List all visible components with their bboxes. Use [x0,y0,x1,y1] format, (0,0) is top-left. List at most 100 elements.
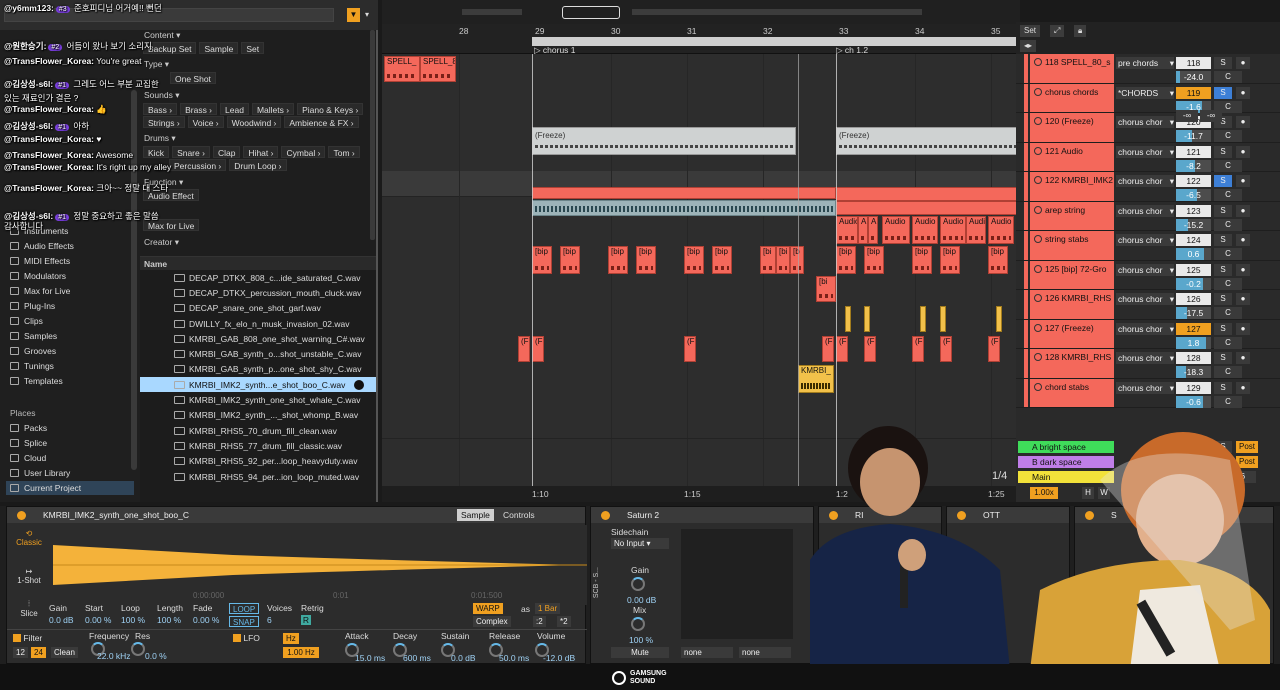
arm-icon[interactable]: ● [1236,381,1250,394]
audio-clip[interactable]: Audio [836,216,858,244]
track-name[interactable]: 120 (Freeze) [1030,113,1114,142]
track-volume[interactable]: -15.2 [1176,218,1211,231]
none-select[interactable]: none [681,647,733,658]
track-volume[interactable]: -11.7 [1176,130,1211,142]
mixer-track[interactable]: 122 KMRBI_IMK2 chorus chor ▾ 122 -6.5 S ● C [1016,172,1280,202]
frequency-value[interactable]: 22.0 kHz [97,651,131,661]
filter-slope-12[interactable]: 12 [13,647,28,658]
arm-icon[interactable]: ● [1236,86,1250,99]
saturn-title[interactable]: Saturn 2 [591,507,813,523]
lfo-rate[interactable]: 1.00 Hz [283,647,319,658]
tempo-multiplier[interactable]: 1.00x [1030,487,1058,499]
midi-clip[interactable]: [bip [836,246,856,274]
crossfade-button[interactable]: C [1214,395,1242,408]
res-value[interactable]: 0.0 % [145,651,167,661]
midi-clip[interactable]: [b [790,246,804,274]
arm-icon[interactable]: ● [1236,322,1250,335]
browser-menu-icon[interactable]: ▾ [365,10,369,19]
solo-button[interactable]: S [1214,57,1232,69]
lfo-toggle[interactable]: LFO [233,633,260,643]
filter-tag[interactable]: Backup Set [143,42,197,54]
sidebar-item-audio-effects[interactable]: Audio Effects [10,239,74,253]
track-name[interactable]: 127 (Freeze) [1030,319,1114,348]
sidebar-item-user-library[interactable]: User Library [10,466,70,480]
drums-filter-heading[interactable]: Drums ▾ [144,133,176,144]
audio-clip[interactable]: SPELL_ [384,56,420,82]
fold-icon[interactable] [1034,323,1042,332]
track-volume[interactable]: -0.2 [1176,277,1211,290]
midi-clip[interactable]: [bip [532,246,552,274]
track-name[interactable]: string stabs [1030,231,1114,260]
midi-clip[interactable]: [bip [940,246,960,274]
crossfade-button[interactable]: C [1214,71,1242,83]
content-filter-heading[interactable]: Content ▾ [144,30,180,41]
arm-icon[interactable]: ● [1236,204,1250,217]
track-volume[interactable]: -18.3 [1176,366,1211,378]
mixer-track[interactable]: 118 SPELL_80_s pre chords ▾ 118 -24.0 S ● C [1016,54,1280,84]
solo-button[interactable]: S [1214,322,1232,335]
fold-icon[interactable] [1034,87,1042,96]
audio-clip[interactable]: KMRBI_ [798,365,834,393]
filter-tag[interactable]: Strings › [143,116,185,128]
filter-tag[interactable]: Kick [143,146,170,158]
filter-slope-24[interactable]: 24 [31,647,46,658]
audio-clip[interactable]: Audio [912,216,938,244]
arm-icon[interactable]: ● [1236,234,1250,246]
device-on-toggle[interactable] [17,511,26,520]
sidebar-item-current-project[interactable]: Current Project [6,481,134,495]
fold-icon[interactable] [1034,264,1042,273]
fade-param[interactable]: Fade 0.00 % [193,603,219,625]
input-routing-select[interactable]: chorus chor ▾ [1116,293,1174,305]
fold-icon[interactable] [1034,146,1042,155]
midi-clip[interactable]: [bip [560,246,580,274]
creator-filter-heading[interactable]: Creator ▾ [144,237,179,248]
track-activator[interactable]: 124 [1176,234,1211,246]
audio-clip[interactable] [920,306,926,332]
solo-button[interactable]: S [1214,204,1232,217]
filter-tag[interactable]: Mallets › [251,103,295,115]
midi-clip[interactable]: [bip [912,246,932,274]
start-param[interactable]: Start 0.00 % [85,603,111,625]
filter-tag[interactable]: Cymbal › [281,146,326,158]
mixer-track[interactable]: 126 KMRBI_RHS chorus chor ▾ 126 -17.5 S ● C [1016,290,1280,320]
audio-clip[interactable] [940,306,946,332]
input-routing-select[interactable]: chorus chor ▾ [1116,145,1174,158]
lfo-hz-toggle[interactable]: Hz [283,633,299,644]
track-name[interactable]: 128 KMRBI_RHS [1030,349,1114,378]
midi-clip[interactable]: [bip [636,246,656,274]
fold-icon[interactable] [1034,176,1042,184]
audio-clip[interactable]: Audio [940,216,966,244]
sidebar-item-plugins[interactable]: Plug-Ins [10,299,55,313]
post-button[interactable]: Post [1236,456,1258,468]
filter-tag[interactable]: Audio Effect [143,189,199,201]
file-row[interactable]: KMRBI_GAB_808_one_shot_warning_C#.wav [140,331,376,346]
frozen-clip[interactable]: (F [988,336,1000,362]
return-track-a[interactable]: A bright space A S Post [1016,440,1280,454]
fold-icon[interactable] [1034,235,1042,243]
frozen-clip[interactable]: (Freeze) [532,127,796,155]
device-on-toggle[interactable] [957,511,966,520]
voices-param[interactable]: Voices 6 [267,603,292,625]
audio-clip[interactable] [532,187,836,199]
filter-scrollbar[interactable] [370,30,375,240]
solo-button[interactable]: S [1214,86,1232,99]
main-volume[interactable]: -20.6 [1216,471,1256,483]
filter-tag[interactable]: One Shot [170,72,216,84]
filter-tag[interactable]: Woodwind › [226,116,282,128]
sidebar-item-packs[interactable]: Packs [10,421,47,435]
gain-knob[interactable] [631,577,645,591]
return-b-button[interactable]: B [1176,456,1211,468]
midi-clip[interactable]: [bip [712,246,732,274]
fold-icon[interactable] [1034,294,1042,302]
arm-icon[interactable]: ● [1236,293,1250,305]
mode-one-shot[interactable]: ↦ 1-Shot [11,567,47,585]
frozen-clip[interactable]: (F [912,336,924,362]
device-title[interactable]: S [1075,507,1273,523]
sounds-filter-heading[interactable]: Sounds ▾ [144,90,179,101]
track-activator[interactable]: 129 [1176,381,1211,394]
file-row[interactable]: DECAP_DTKX_percussion_mouth_cluck.wav [140,285,376,300]
arm-icon[interactable]: ● [1236,145,1250,158]
track-volume[interactable]: -8.2 [1176,159,1211,172]
sidebar-item-max-for-live[interactable]: Max for Live [10,284,70,298]
crossfade-button[interactable]: C [1214,277,1242,290]
